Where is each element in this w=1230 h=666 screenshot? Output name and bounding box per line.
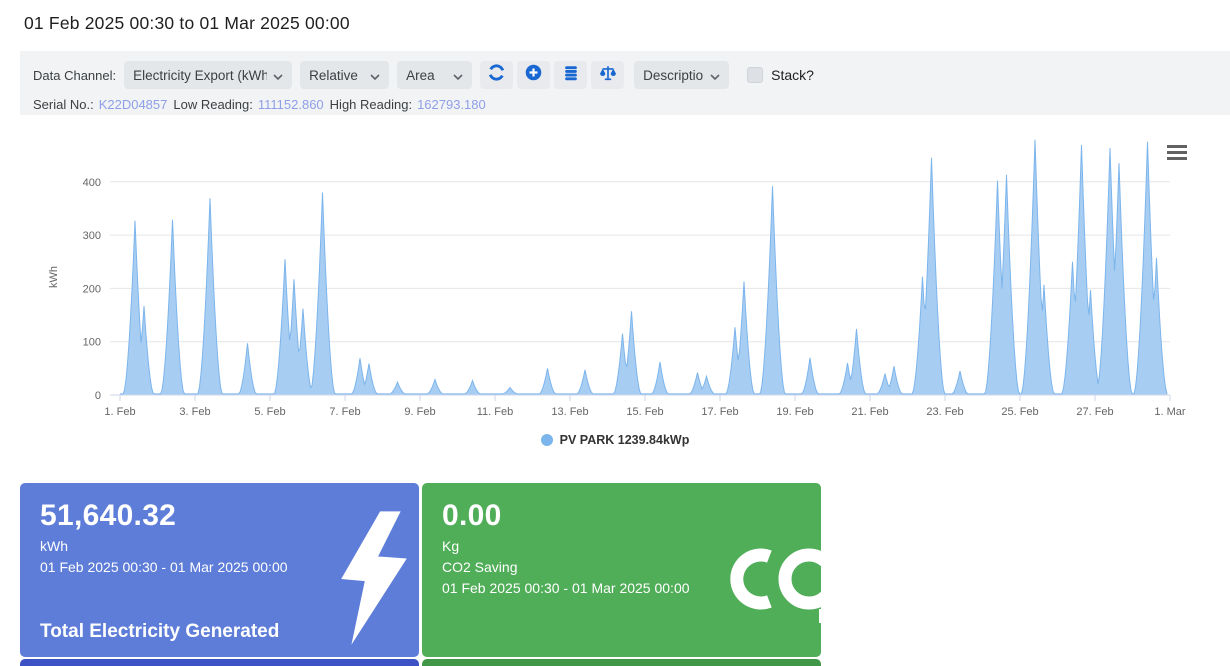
data-channel-select[interactable]: Electricity Export (kWh <box>124 61 292 89</box>
chevron-down-icon <box>710 68 720 83</box>
stack-checkbox-label: Stack? <box>771 67 814 83</box>
pv-generation-area-chart[interactable]: 0 100 200 300 400 kWh 1. Feb 3. Feb 5. Feb 7. Feb… <box>0 115 1230 445</box>
svg-text:23. Feb: 23. Feb <box>926 406 963 418</box>
card-co2: 0.00 Kg CO2 Saving 01 Feb 2025 00:30 - 0… <box>422 483 821 657</box>
stack-checkbox[interactable] <box>747 67 763 83</box>
refresh-button[interactable] <box>480 61 513 89</box>
chart-legend-item[interactable]: PV PARK 1239.84kWp <box>0 433 1230 447</box>
toolbar-panel: Data Channel: Electricity Export (kWh Re… <box>20 51 1230 115</box>
chart-type-select[interactable]: Area <box>397 61 472 89</box>
co2-period: 01 Feb 2025 00:30 - 01 Mar 2025 00:00 <box>442 580 801 596</box>
svg-text:17. Feb: 17. Feb <box>701 406 738 418</box>
relative-select-value: Relative <box>309 68 358 83</box>
svg-text:25. Feb: 25. Feb <box>1001 406 1038 418</box>
dashboard-page: 01 Feb 2025 00:30 to 01 Mar 2025 00:00 D… <box>0 0 1230 666</box>
scales-icon <box>599 64 617 87</box>
legend-marker-icon <box>541 434 553 446</box>
high-reading-label: High Reading: <box>330 97 412 112</box>
electricity-period: 01 Feb 2025 00:30 - 01 Mar 2025 00:00 <box>40 559 399 575</box>
next-card-left <box>20 659 419 666</box>
description-select-value: Description <box>643 68 704 83</box>
legend-label: PV PARK 1239.84kWp <box>560 433 690 447</box>
co2-value: 0.00 <box>442 499 801 533</box>
chart-type-select-value: Area <box>406 68 435 83</box>
next-row-cards <box>20 659 1230 666</box>
add-circle-icon <box>524 63 543 87</box>
co2-card-label: CO2 Saving <box>442 559 801 575</box>
toolbar: Data Channel: Electricity Export (kWh Re… <box>33 61 1230 89</box>
page-title: 01 Feb 2025 00:30 to 01 Mar 2025 00:00 <box>0 0 1230 34</box>
meter-info-row: Serial No.: K22D04857 Low Reading: 11115… <box>33 97 1230 112</box>
next-card-right <box>422 659 821 666</box>
electricity-unit: kWh <box>40 538 399 554</box>
card-electricity: 51,640.32 kWh 01 Feb 2025 00:30 - 01 Mar… <box>20 483 419 657</box>
svg-text:200: 200 <box>83 283 101 295</box>
serial-label: Serial No.: <box>33 97 94 112</box>
data-log-button[interactable] <box>554 61 587 89</box>
refresh-icon <box>487 63 506 87</box>
add-channel-button[interactable] <box>517 61 550 89</box>
co2-unit: Kg <box>442 538 801 554</box>
svg-text:15. Feb: 15. Feb <box>626 406 663 418</box>
chevron-down-icon <box>370 68 380 83</box>
relative-select[interactable]: Relative <box>300 61 389 89</box>
low-reading-value: 111152.860 <box>258 97 324 112</box>
svg-text:19. Feb: 19. Feb <box>776 406 813 418</box>
svg-text:5. Feb: 5. Feb <box>254 406 285 418</box>
svg-text:kWh: kWh <box>48 266 60 288</box>
chevron-down-icon <box>273 68 283 83</box>
summary-cards: 51,640.32 kWh 01 Feb 2025 00:30 - 01 Mar… <box>20 483 1230 657</box>
data-channel-label: Data Channel: <box>33 68 116 83</box>
svg-text:3. Feb: 3. Feb <box>179 406 210 418</box>
svg-text:7. Feb: 7. Feb <box>329 406 360 418</box>
chart-area: 0 100 200 300 400 kWh 1. Feb 3. Feb 5. Feb 7. Feb… <box>0 115 1230 447</box>
electricity-total-value: 51,640.32 <box>40 499 399 533</box>
serial-value: K22D04857 <box>99 97 168 112</box>
svg-text:9. Feb: 9. Feb <box>404 406 435 418</box>
data-channel-select-value: Electricity Export (kWh <box>133 68 267 83</box>
compare-button[interactable] <box>591 61 624 89</box>
high-reading-value: 162793.180 <box>417 97 486 112</box>
svg-text:0: 0 <box>95 390 101 402</box>
svg-text:27. Feb: 27. Feb <box>1076 406 1113 418</box>
database-icon <box>562 64 580 87</box>
chevron-down-icon <box>453 68 463 83</box>
svg-text:11. Feb: 11. Feb <box>477 406 514 418</box>
description-select[interactable]: Description <box>634 61 729 89</box>
svg-text:13. Feb: 13. Feb <box>551 406 588 418</box>
svg-text:300: 300 <box>83 230 101 242</box>
electricity-card-label: Total Electricity Generated <box>40 621 279 643</box>
svg-text:400: 400 <box>83 177 101 189</box>
svg-text:100: 100 <box>83 337 101 349</box>
svg-text:1. Mar: 1. Mar <box>1154 406 1186 418</box>
chart-context-menu-icon[interactable] <box>1167 145 1187 163</box>
svg-text:1. Feb: 1. Feb <box>104 406 135 418</box>
svg-text:21. Feb: 21. Feb <box>851 406 888 418</box>
low-reading-label: Low Reading: <box>173 97 253 112</box>
